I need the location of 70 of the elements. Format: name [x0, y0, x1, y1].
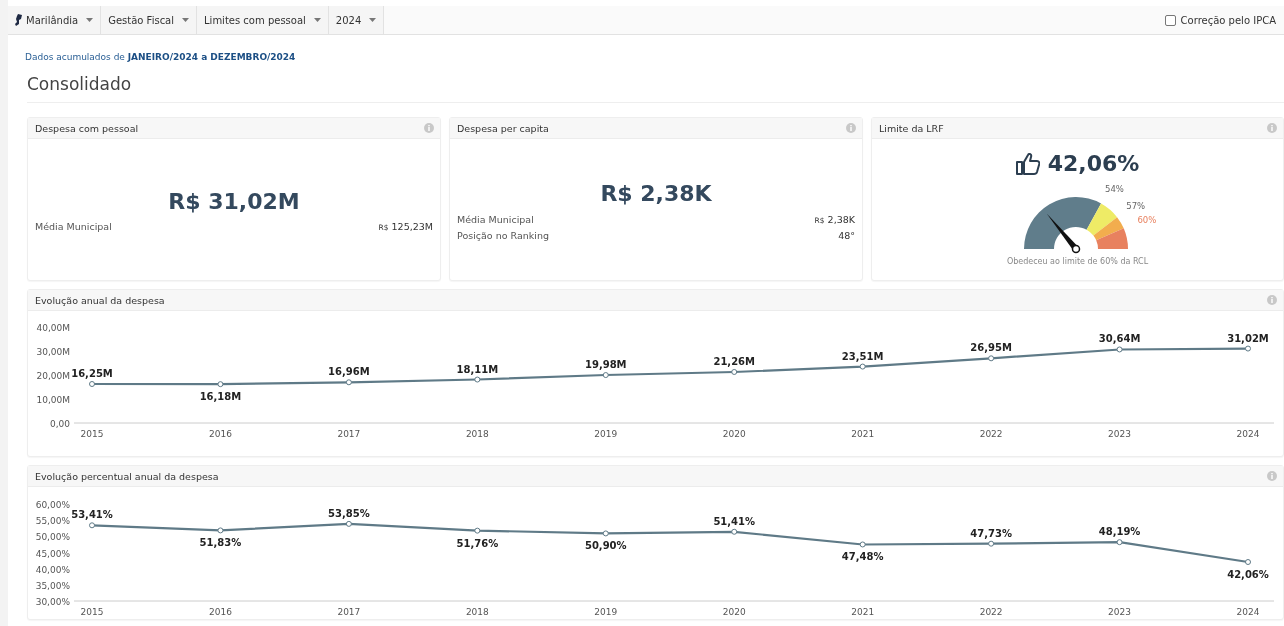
data-label: 53,85%	[328, 507, 370, 519]
data-label: 19,98M	[585, 359, 627, 371]
period-text: Dados acumulados de JANEIRO/2024 a DEZEMBRO/2024	[25, 52, 297, 62]
data-label: 42,06%	[1227, 569, 1269, 580]
x-tick-label: 2020	[722, 607, 746, 617]
big-value: R$ 2,38K	[599, 181, 713, 206]
metric-label: Média Municipal	[457, 213, 534, 227]
x-tick-label: 2022	[979, 607, 1003, 617]
x-tick-label: 2020	[722, 429, 746, 439]
chart-title: Evolução anual da despesa	[35, 294, 165, 306]
threshold-label: 57%	[1125, 200, 1145, 211]
metric-value: 48°	[838, 229, 855, 243]
x-tick-label: 2019	[594, 429, 618, 439]
y-tick-label: 30,00%	[35, 597, 70, 607]
data-label: 51,41%	[713, 515, 756, 527]
data-label: 51,83%	[199, 537, 242, 549]
gauge-value: 42,06%	[1047, 151, 1140, 176]
data-label: 51,76%	[456, 537, 499, 549]
y-tick-label: 30,00M	[36, 347, 70, 357]
x-tick-label: 2016	[209, 429, 232, 439]
y-tick-label: 45,00%	[35, 548, 70, 559]
y-tick-label: 0,00	[49, 419, 70, 429]
y-tick-label: 35,00%	[35, 580, 70, 591]
y-tick-label: 50,00%	[35, 532, 70, 543]
data-label: 18,11M	[456, 363, 499, 375]
x-tick-label: 2021	[851, 607, 875, 617]
data-label: 21,26M	[713, 356, 755, 367]
data-label: 50,90%	[584, 540, 627, 552]
gauge-caption: Obedeceu ao limite de 60% da RCL	[1006, 257, 1149, 266]
x-tick-label: 2021	[851, 429, 875, 439]
threshold-label: 54%	[1104, 183, 1124, 194]
x-tick-label: 2015	[80, 429, 104, 439]
metric-label: Posição no Ranking	[457, 229, 549, 243]
y-tick-label: 55,00%	[35, 516, 70, 527]
data-label: 31,02M	[1227, 332, 1269, 344]
chart-title: Evolução percentual anual da despesa	[35, 470, 219, 482]
data-label: 30,64M	[1098, 333, 1141, 345]
big-value: R$ 31,02M	[167, 189, 301, 214]
x-tick-label: 2022	[979, 429, 1003, 439]
x-tick-label: 2024	[1236, 607, 1260, 617]
data-label: 16,96M	[328, 366, 370, 378]
y-tick-label: 40,00M	[36, 323, 70, 333]
x-tick-label: 2023	[1108, 429, 1131, 439]
card-title: Limite da LRF	[879, 122, 944, 134]
x-tick-label: 2017	[337, 429, 361, 439]
y-tick-label: 40,00%	[35, 564, 70, 575]
card-title: Despesa com pessoal	[35, 122, 139, 134]
y-tick-label: 20,00M	[36, 371, 70, 381]
x-tick-label: 2019	[594, 607, 618, 617]
data-label: 53,41%	[71, 509, 113, 521]
data-label: 16,18M	[199, 391, 242, 403]
data-label: 16,25M	[71, 368, 113, 379]
x-tick-label: 2024	[1236, 429, 1260, 439]
data-label: 48,19%	[1098, 526, 1141, 538]
card-title: Despesa per capita	[457, 122, 549, 134]
y-tick-label: 60,00%	[35, 500, 70, 510]
x-tick-label: 2016	[209, 607, 232, 617]
metric-label: Média Municipal	[35, 220, 112, 234]
y-tick-label: 10,00M	[36, 395, 70, 405]
x-tick-label: 2023	[1108, 607, 1131, 617]
threshold-label: 60%	[1136, 214, 1156, 225]
x-tick-label: 2018	[465, 607, 489, 617]
data-label: 23,51M	[841, 350, 884, 362]
section-title: Consolidado	[27, 74, 1284, 103]
data-label: 26,95M	[970, 342, 1012, 354]
data-label: 47,48%	[841, 551, 884, 563]
x-tick-label: 2015	[80, 607, 104, 617]
data-label: 47,73%	[970, 527, 1012, 539]
x-tick-label: 2017	[337, 607, 361, 617]
x-tick-label: 2018	[465, 429, 489, 439]
